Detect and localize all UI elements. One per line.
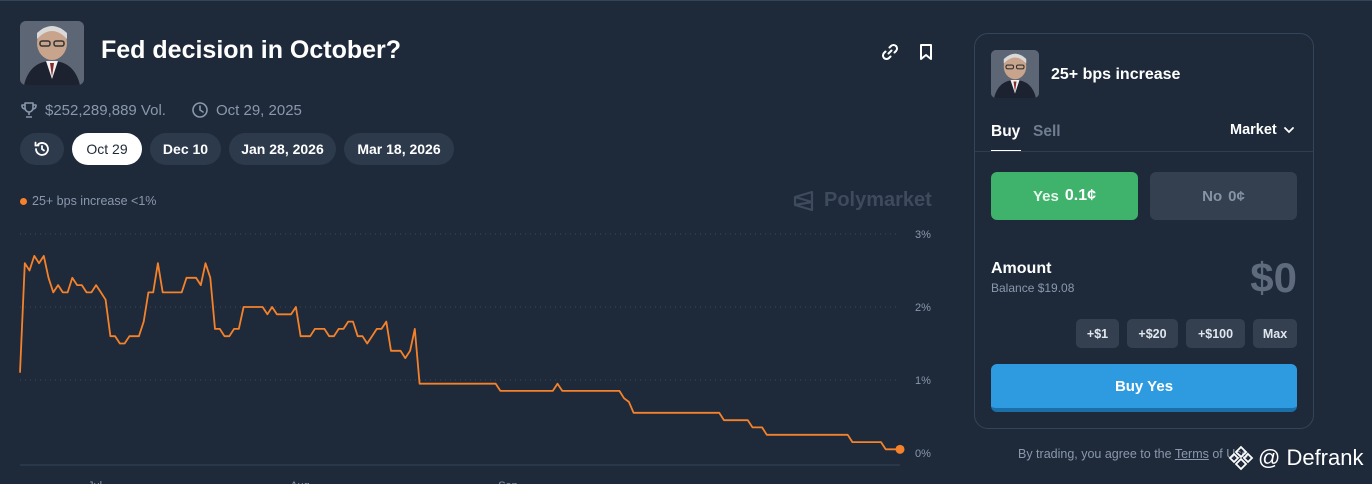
end-date-meta: Oct 29, 2025 [191, 100, 302, 120]
market-title: Fed decision in October? [101, 36, 402, 64]
buy-yes-button[interactable]: Buy Yes [991, 364, 1297, 412]
y-tick-label: 3% [915, 229, 931, 241]
yes-label: Yes [1032, 187, 1059, 205]
clock-icon [192, 102, 208, 118]
date-pill-oct-29[interactable]: Oct 29 [72, 133, 142, 165]
amount-label: Amount [991, 260, 1052, 277]
tabs-divider [975, 151, 1313, 152]
terms-link[interactable]: Terms [1175, 447, 1209, 461]
tab-sell[interactable]: Sell [1033, 123, 1061, 141]
volume-text: $252,289,889 Vol. [45, 101, 166, 119]
history-button[interactable] [20, 133, 64, 165]
market-avatar [20, 21, 84, 85]
terms-notice: By trading, you agree to the Terms of Us… [1018, 447, 1248, 461]
date-pill-jan-28-2026[interactable]: Jan 28, 2026 [229, 133, 336, 165]
binance-logo-icon [1228, 445, 1254, 471]
x-tick-label: Aug [290, 480, 310, 484]
end-date-text: Oct 29, 2025 [216, 101, 302, 119]
y-tick-label: 0% [915, 448, 931, 460]
x-tick-label: Sep [498, 480, 518, 484]
polymarket-logo-icon [793, 190, 814, 211]
date-pill-dec-10[interactable]: Dec 10 [150, 133, 221, 165]
yes-price: 0.1¢ [1064, 187, 1096, 204]
bookmark-icon[interactable] [916, 42, 936, 62]
legend-label: 25+ bps increase <1% [32, 194, 157, 208]
series-line [19, 255, 900, 451]
outcome-title: 25+ bps increase [1051, 66, 1181, 83]
quick-add-1-button[interactable]: +$1 [1076, 319, 1119, 348]
y-tick-label: 2% [915, 302, 931, 314]
no-button[interactable]: No 0¢ [1150, 172, 1297, 220]
no-price: 0¢ [1228, 187, 1245, 205]
chevron-down-icon [1283, 127, 1294, 134]
price-chart[interactable]: 3% 2% 1% 0% Jul Aug Sep [0, 220, 940, 484]
volume-meta: $252,289,889 Vol. [20, 100, 166, 120]
trade-panel: 25+ bps increase Buy Sell Market Yes 0.1… [974, 33, 1314, 429]
user-watermark: @ Defrank [1228, 445, 1363, 471]
legend-dot [20, 197, 27, 205]
link-icon[interactable] [880, 42, 900, 62]
terms-prefix: By trading, you agree to the [1018, 447, 1172, 461]
tab-buy[interactable]: Buy [991, 123, 1020, 141]
watermark-text: Polymarket [824, 189, 932, 211]
quick-add-20-button[interactable]: +$20 [1127, 319, 1178, 348]
balance-text: Balance $19.08 [991, 281, 1075, 295]
no-label: No [1202, 187, 1223, 205]
outcome-avatar [991, 50, 1039, 98]
top-border [0, 0, 1372, 1]
user-watermark-text: @ Defrank [1258, 445, 1364, 470]
trophy-icon [21, 102, 37, 118]
order-type-dropdown[interactable]: Market [1230, 122, 1295, 138]
yes-button[interactable]: Yes 0.1¢ [991, 172, 1138, 220]
quick-max-button[interactable]: Max [1253, 319, 1297, 348]
quick-add-100-button[interactable]: +$100 [1186, 319, 1245, 348]
series-endpoint [895, 444, 905, 454]
order-type-label: Market [1230, 122, 1277, 138]
chart-legend: 25+ bps increase <1% [20, 194, 156, 208]
history-icon [34, 141, 49, 156]
amount-input[interactable]: $0 [1250, 254, 1297, 302]
x-tick-label: Jul [88, 480, 102, 484]
date-pill-mar-18-2026[interactable]: Mar 18, 2026 [344, 133, 454, 165]
polymarket-watermark: Polymarket [792, 189, 932, 212]
y-tick-label: 1% [915, 375, 931, 387]
